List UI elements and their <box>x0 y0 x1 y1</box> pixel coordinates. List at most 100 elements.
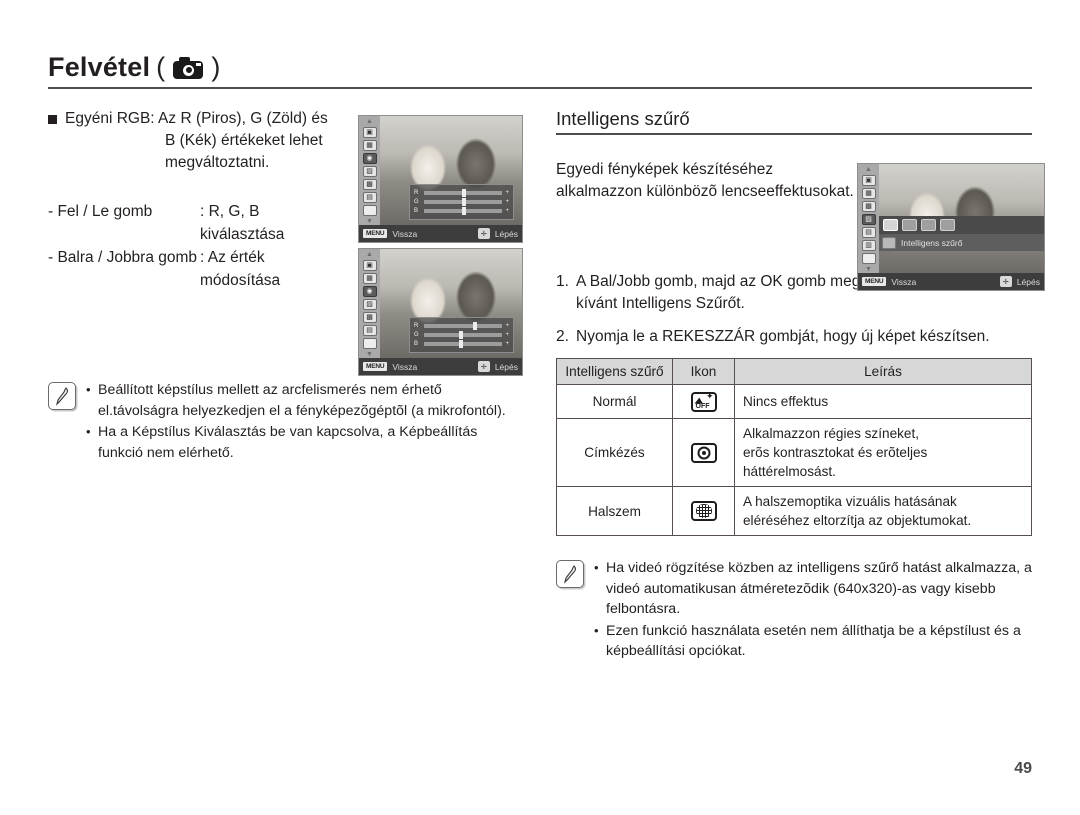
lcd-icon-5: ▤ <box>861 227 876 238</box>
filter-option-normal-icon[interactable] <box>883 219 898 231</box>
rgb-plus-b: + <box>505 341 509 348</box>
lcd-icon-1: ▣ <box>362 260 377 271</box>
right-note-list: • Ha videó rögzítése közben az intellige… <box>594 558 1032 663</box>
bullet-dot-icon: • <box>86 424 91 439</box>
lcd-icon-4: ▨ <box>362 166 377 177</box>
lcd-icon-7 <box>861 253 876 264</box>
rgb-slider-r[interactable]: R + <box>414 321 509 330</box>
page-title-text: Felvétel <box>48 52 151 82</box>
rgb-label-g: G <box>414 331 419 338</box>
step-label: Lépés <box>494 228 518 239</box>
bullet-dot-icon: • <box>86 382 91 397</box>
lcd-icon-6: ▥ <box>861 240 876 251</box>
rgb-slider-b[interactable]: B + <box>414 207 509 216</box>
dpad-icon[interactable]: ✛ <box>477 228 490 239</box>
left-note-item-1: • Beállított képstílus mellett az arcfel… <box>86 380 524 421</box>
cell-icon-normal: ✦ OFF <box>672 384 735 420</box>
rgb-track-b[interactable] <box>424 207 503 216</box>
rgb-slider-panel-1[interactable]: R + G + B + <box>409 184 514 220</box>
menu-button-chip[interactable]: MENU <box>363 362 388 371</box>
lcd-icon-5: ▩ <box>362 179 377 190</box>
lcd-icon-2: ▦ <box>362 273 377 284</box>
filter-menu-label: Intelligens szűrő <box>901 237 963 248</box>
cell-filter-name-normal: Normál <box>556 384 673 420</box>
desc-line: Alkalmazzon régies színeket, <box>743 426 920 442</box>
rgb-track-r[interactable] <box>424 321 503 330</box>
back-label: Vissza <box>392 228 418 239</box>
section-divider <box>556 133 1032 135</box>
filter-option-strip[interactable] <box>879 216 1044 234</box>
rgb-slider-b[interactable]: B + <box>414 340 509 349</box>
lcd-icon-sidebar: ▲ ▣ ▦ ◉ ▨ ▩ ▤ ▼ <box>359 116 380 242</box>
rgb-slider-g[interactable]: G + <box>414 197 509 206</box>
desc-line: A halszemoptika vizuális hatásának <box>743 494 957 510</box>
rgb-plus-r: + <box>505 322 509 329</box>
lcd-icon-sidebar: ▲ ▣ ▦ ▩ ▨ ▤ ▥ ▼ <box>858 164 879 290</box>
right-note-text-1: Ha videó rögzítése közben az intelligens… <box>606 560 1032 618</box>
filter-menu-label-row: Intelligens szűrő <box>879 234 1044 251</box>
step-label: Lépés <box>494 361 518 372</box>
bullet-dot-icon: • <box>594 622 599 638</box>
section-intro: Egyedi fényképek készítéséhez alkalmazzo… <box>556 160 854 200</box>
pencil-glyph-icon <box>55 387 69 406</box>
rgb-track-g[interactable] <box>424 330 503 339</box>
scroll-down-icon: ▼ <box>366 218 373 225</box>
rgb-plus-g: + <box>505 331 509 338</box>
cell-desc-vignette: Alkalmazzon régies színeket, erõs kontra… <box>734 418 1032 488</box>
desc-line: eléréséhez eltorzítja az objektumokat. <box>743 513 972 529</box>
lcd-icon-3: ▩ <box>861 201 876 212</box>
lcd-icon-4: ▨ <box>362 299 377 310</box>
lcd-preview-smart-filter: ▲ ▣ ▦ ▩ ▨ ▤ ▥ ▼ Intelligens szűrő MENU V… <box>857 163 1045 291</box>
scroll-up-icon: ▲ <box>366 118 373 125</box>
rgb-track-b[interactable] <box>424 340 503 349</box>
cell-icon-fisheye <box>672 486 735 537</box>
left-note-block: • Beállított képstílus mellett az arcfel… <box>48 380 524 464</box>
rgb-slider-g[interactable]: G + <box>414 330 509 339</box>
menu-button-chip[interactable]: MENU <box>363 229 388 238</box>
lcd-icon-7 <box>362 338 377 349</box>
table-row: Címkézés Alkalmazzon régies színeket, er… <box>556 418 1032 488</box>
bullet-dot-icon: • <box>594 560 599 576</box>
right-note-item-2: • Ezen funkció használata esetén nem áll… <box>594 621 1032 662</box>
cell-desc-normal: Nincs effektus <box>734 384 1032 420</box>
lcd-bottom-bar-2: MENU Vissza ✛ Lépés <box>359 358 522 375</box>
note-pencil-icon <box>48 382 76 410</box>
cell-desc-fisheye: A halszemoptika vizuális hatásának eléré… <box>734 486 1032 537</box>
pencil-glyph-icon <box>563 565 577 584</box>
square-bullet-icon <box>48 115 57 124</box>
filter-option-vignette-icon[interactable] <box>921 219 936 231</box>
rgb-slider-panel-2[interactable]: R + G + B + <box>409 317 514 353</box>
rgb-slider-r[interactable]: R + <box>414 188 509 197</box>
left-note-list: • Beállított képstílus mellett az arcfel… <box>86 380 524 464</box>
back-label: Vissza <box>392 361 418 372</box>
filter-option-2-icon[interactable] <box>902 219 917 231</box>
lcd-icon-7 <box>362 205 377 216</box>
rgb-track-g[interactable] <box>424 197 503 206</box>
rgb-label-r: R <box>414 189 419 196</box>
step-text-2: Nyomja le a REKESZZÁR gombját, hogy új k… <box>576 327 990 345</box>
page-title: Felvétel ( ) <box>48 52 1032 87</box>
scroll-down-icon: ▼ <box>865 266 872 273</box>
lcd-preview-rgb-2: ▲ ▣ ▦ ◉ ▨ ▩ ▤ ▼ R + G + B + MENU Vissza … <box>358 248 523 376</box>
dpad-icon[interactable]: ✛ <box>999 276 1012 287</box>
rgb-plus-b: + <box>505 208 509 215</box>
lcd-bottom-bar-filter: MENU Vissza ✛ Lépés <box>858 273 1044 290</box>
cell-icon-vignette <box>672 418 735 488</box>
lcd-icon-2: ▦ <box>861 188 876 199</box>
lcd-icon-palette-selected: ◉ <box>362 153 377 164</box>
dpad-icon[interactable]: ✛ <box>477 361 490 372</box>
page-number: 49 <box>1014 760 1032 777</box>
table-row: Halszem A halszemoptika vizuális hatásán… <box>556 486 1032 537</box>
camera-icon <box>173 56 204 79</box>
th-filter-name: Intelligens szűrő <box>556 358 673 386</box>
filter-option-fisheye-icon[interactable] <box>940 219 955 231</box>
rgb-bullet-line1: Egyéni RGB: Az R (Piros), G (Zöld) és <box>65 110 328 127</box>
control-key-updown: - Fel / Le gomb <box>48 203 153 220</box>
th-icon: Ikon <box>672 358 735 386</box>
right-note-block: • Ha videó rögzítése közben az intellige… <box>556 558 1032 663</box>
lcd-icon-1: ▣ <box>362 127 377 138</box>
rgb-track-r[interactable] <box>424 188 503 197</box>
back-label: Vissza <box>891 276 917 287</box>
menu-button-chip[interactable]: MENU <box>862 277 887 286</box>
lcd-preview-rgb-1: ▲ ▣ ▦ ◉ ▨ ▩ ▤ ▼ R + G + B + MENU Vissza … <box>358 115 523 243</box>
